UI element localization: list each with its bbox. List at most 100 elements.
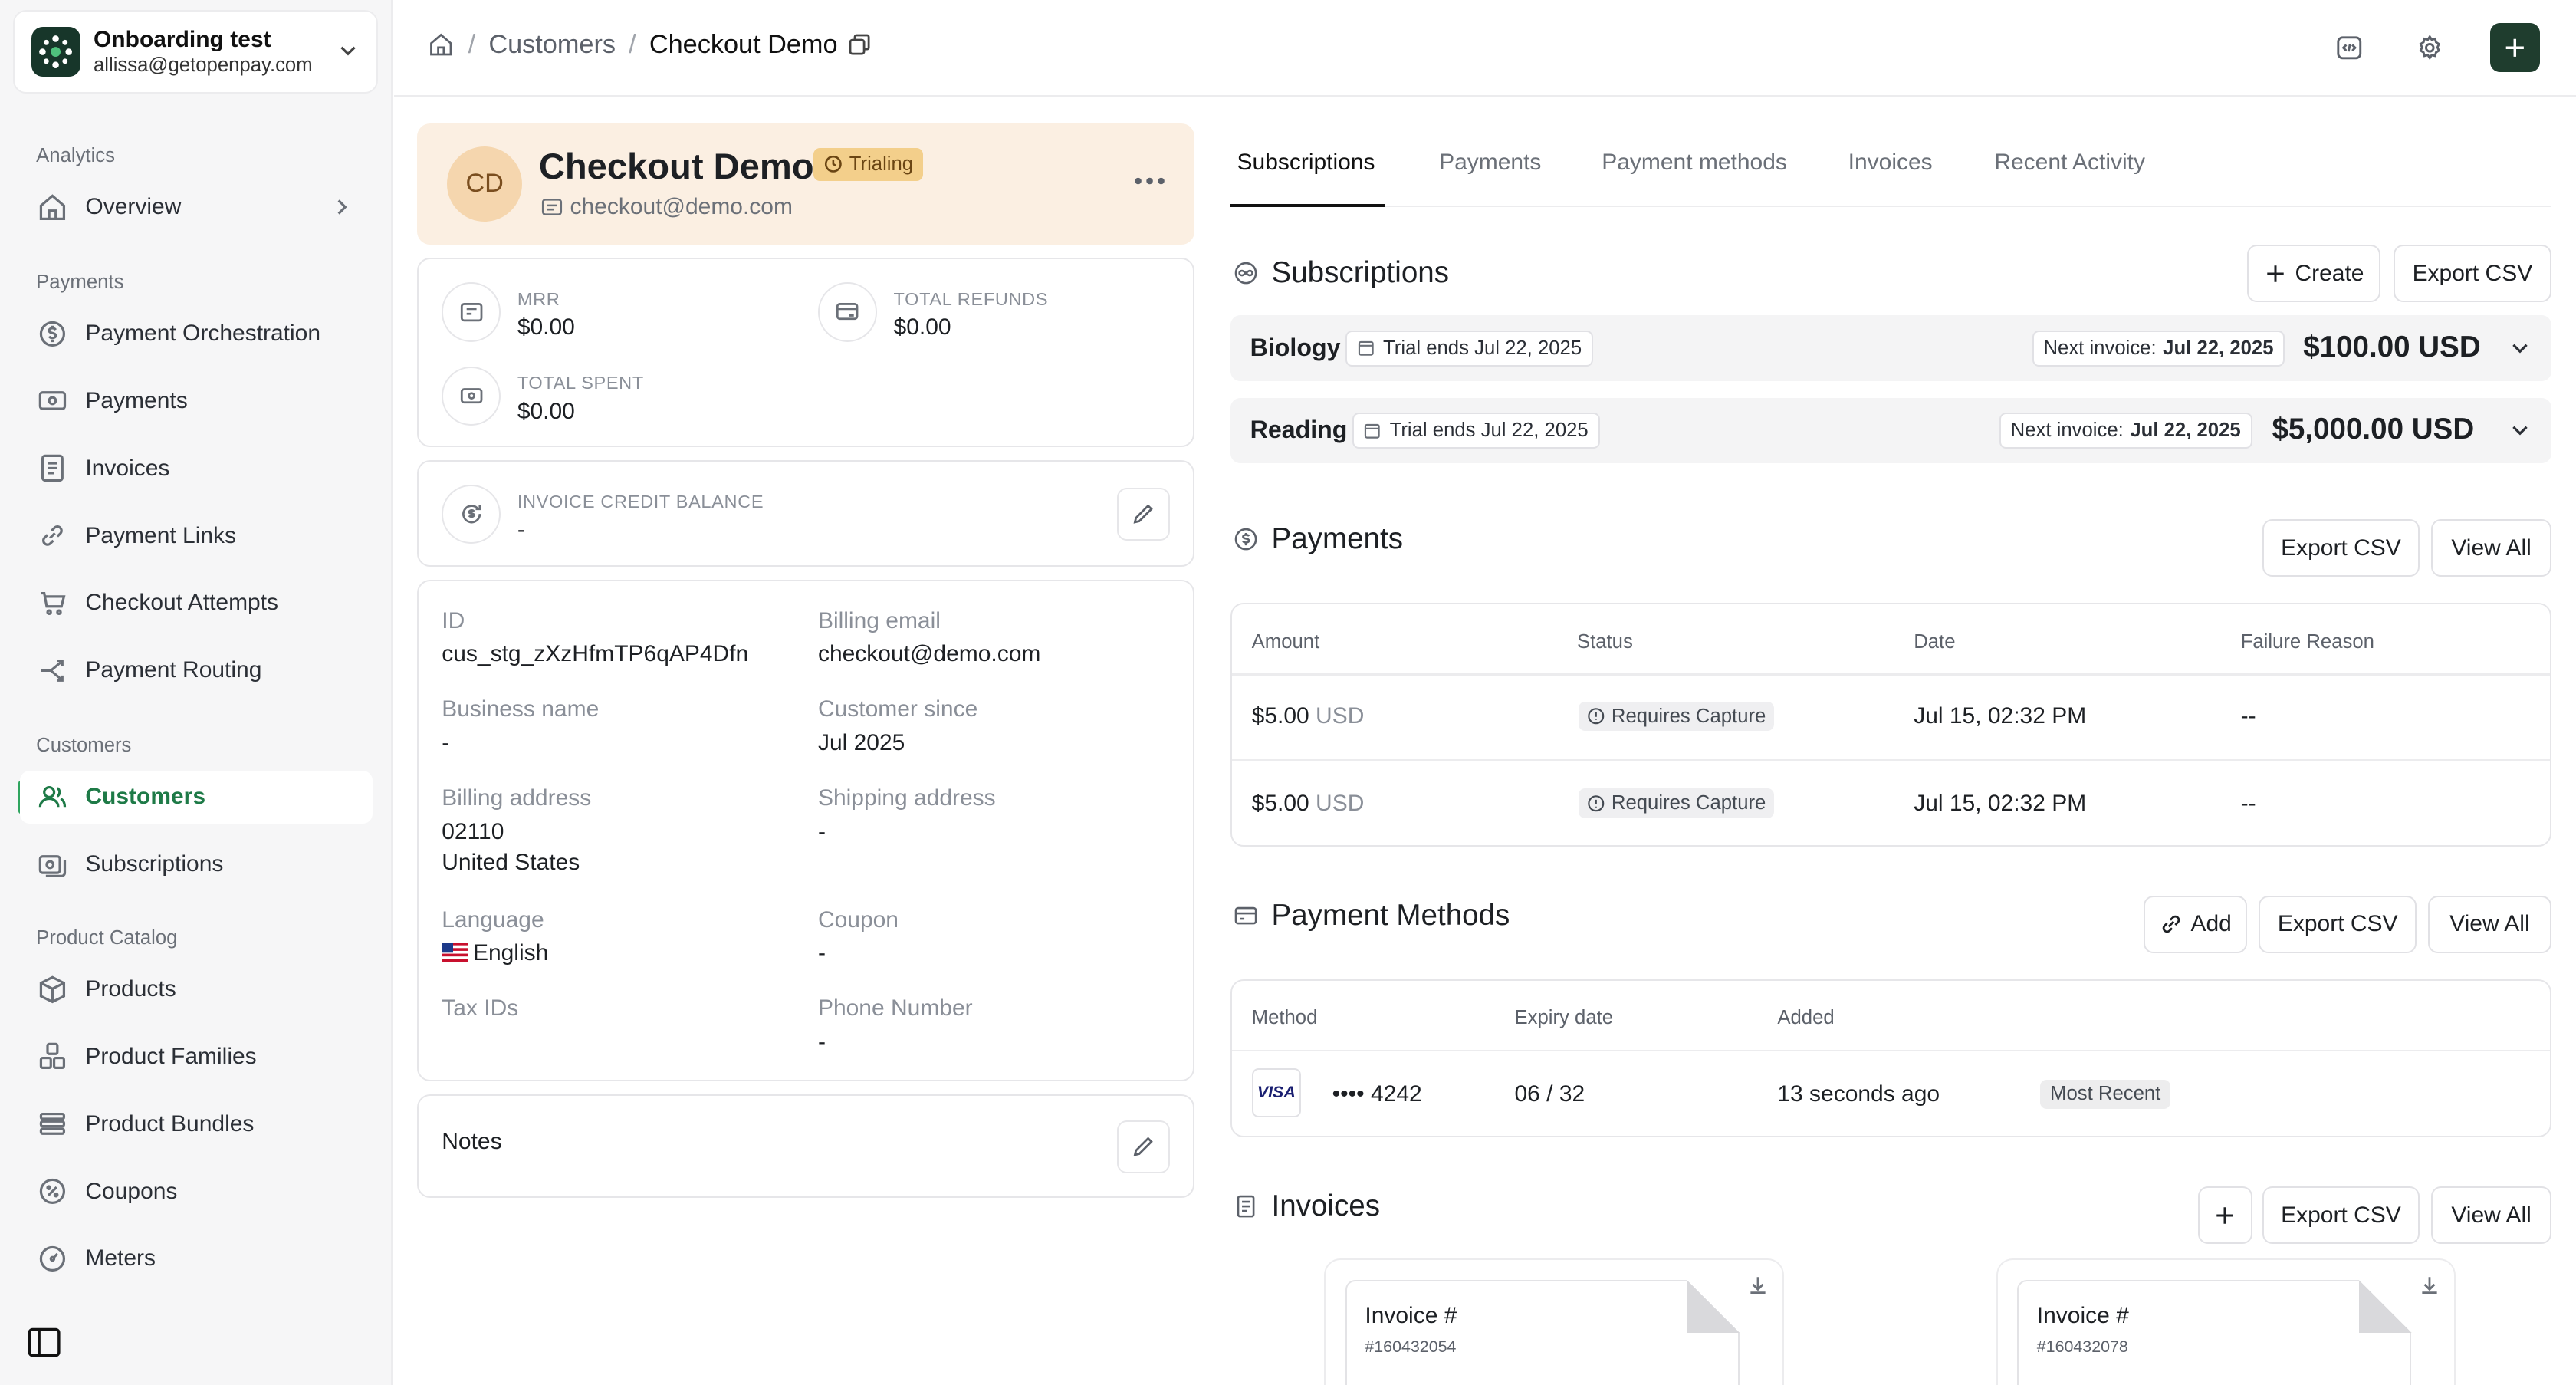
sidebar-item-label: Product Families: [85, 1043, 257, 1069]
sidebar-item-label: Customers: [85, 784, 206, 810]
users-icon: [36, 781, 69, 814]
section-title-text: Payments: [1271, 522, 1403, 556]
tab-recent-activity[interactable]: Recent Activity: [1994, 150, 2145, 176]
calendar-icon: [1363, 422, 1382, 440]
credit-balance-card: INVOICE CREDIT BALANCE -: [417, 459, 1194, 567]
pencil-icon: [1130, 1133, 1156, 1160]
field-value: 02110: [442, 818, 504, 844]
chevron-down-icon[interactable]: [2509, 419, 2532, 442]
sidebar-item-payment-routing[interactable]: Payment Routing: [20, 644, 373, 697]
tab-payments[interactable]: Payments: [1439, 150, 1541, 176]
export-invoices-button[interactable]: Export CSV: [2262, 1186, 2420, 1245]
field-billing-address: Billing address 02110 United States: [442, 785, 591, 879]
plus-icon: [2213, 1204, 2236, 1227]
view-all-payments-button[interactable]: View All: [2431, 519, 2551, 577]
sidebar-item-product-families[interactable]: Product Families: [20, 1031, 373, 1084]
home-icon: [36, 191, 69, 224]
sidebar-item-payments[interactable]: Payments: [20, 375, 373, 428]
page-fold: [2359, 1279, 2412, 1333]
add-button[interactable]: [2490, 22, 2540, 73]
stat-value: $0.00: [517, 398, 575, 424]
banknote-icon: [442, 366, 501, 426]
sidebar-item-invoices[interactable]: Invoices: [20, 442, 373, 495]
field-value: -: [817, 1028, 826, 1054]
sidebar-item-meters[interactable]: Meters: [20, 1232, 373, 1285]
edit-credit-button[interactable]: [1116, 488, 1170, 541]
customer-tabs: Subscriptions Payments Payment methods I…: [1230, 128, 2551, 208]
column-header: Expiry date: [1514, 1007, 1614, 1029]
settings-button[interactable]: [2405, 23, 2454, 72]
subscription-row[interactable]: Reading Trial ends Jul 22, 2025 Next inv…: [1230, 397, 2551, 464]
download-icon[interactable]: [1746, 1274, 1769, 1297]
sidebar-item-label: Invoices: [85, 455, 170, 481]
export-subscriptions-button[interactable]: Export CSV: [2394, 245, 2551, 303]
home-icon[interactable]: [427, 31, 455, 58]
sidebar-item-customers[interactable]: Customers: [19, 770, 373, 824]
sidebar-item-payment-links[interactable]: Payment Links: [20, 509, 373, 562]
view-all-invoices-button[interactable]: View All: [2431, 1186, 2551, 1245]
edit-notes-button[interactable]: [1116, 1120, 1170, 1173]
sidebar-toggle-icon[interactable]: [26, 1324, 62, 1360]
export-payment-methods-button[interactable]: Export CSV: [2259, 895, 2417, 953]
sidebar-item-overview[interactable]: Overview: [20, 181, 373, 234]
copy-icon[interactable]: [847, 32, 872, 57]
create-subscription-button[interactable]: Create: [2247, 245, 2380, 303]
payment-methods-section-title: Payment Methods: [1234, 899, 1510, 933]
gear-icon: [2415, 33, 2445, 63]
org-logo: [31, 27, 80, 77]
tab-subscriptions[interactable]: Subscriptions: [1237, 150, 1375, 176]
sidebar-item-checkout-attempts[interactable]: Checkout Attempts: [20, 577, 373, 630]
calendar-icon: [1357, 339, 1375, 357]
tab-payment-methods[interactable]: Payment methods: [1602, 150, 1787, 176]
chevron-right-icon: [330, 196, 353, 219]
next-invoice-chip: Next invoice: Jul 22, 2025: [2032, 330, 2285, 367]
payments-section-title: Payments: [1234, 522, 1403, 556]
add-payment-method-button[interactable]: Add: [2144, 895, 2248, 953]
customer-email: checkout@demo.com: [540, 194, 793, 220]
breadcrumb-separator: /: [629, 29, 636, 59]
more-options-icon[interactable]: [1132, 169, 1168, 192]
org-name: Onboarding test: [93, 27, 271, 53]
stat-label: INVOICE CREDIT BALANCE: [517, 491, 764, 512]
sidebar-item-label: Payment Links: [85, 522, 237, 548]
customer-details-card: ID cus_stg_zXzHfmTP6qAP4Dfn Billing emai…: [417, 580, 1194, 1081]
add-invoice-button[interactable]: [2198, 1186, 2252, 1245]
next-invoice-date: Jul 22, 2025: [2130, 419, 2241, 441]
field-language: Language English: [442, 907, 548, 969]
export-payments-button[interactable]: Export CSV: [2262, 519, 2420, 577]
invoice-card[interactable]: Invoice # #160432078: [1996, 1258, 2456, 1385]
subscription-row[interactable]: Biology Trial ends Jul 22, 2025 Next inv…: [1230, 315, 2551, 382]
sidebar-item-subscriptions[interactable]: Subscriptions: [20, 838, 373, 891]
chevron-down-icon[interactable]: [2509, 337, 2532, 360]
card-expiry: 06 / 32: [1514, 1081, 1585, 1107]
customer-name: Checkout Demo: [538, 145, 814, 186]
invoice-number: #160432078: [2036, 1337, 2128, 1356]
customer-profile-header: CD Checkout Demo Trialing checkout@demo.…: [417, 123, 1194, 245]
field-shipping-address: Shipping address -: [818, 785, 996, 847]
sidebar-item-payment-orchestration[interactable]: Payment Orchestration: [20, 308, 373, 360]
invoice-card[interactable]: Invoice # #160432054: [1324, 1258, 1785, 1385]
breadcrumb-customers[interactable]: Customers: [488, 30, 616, 60]
org-switcher[interactable]: Onboarding test allissa@getopenpay.com: [13, 9, 378, 94]
row-divider: [1231, 673, 2550, 676]
tab-invoices[interactable]: Invoices: [1848, 150, 1933, 176]
subscription-amount: $100.00 USD: [2303, 330, 2481, 364]
developer-button[interactable]: [2325, 23, 2374, 72]
field-value: -: [442, 729, 450, 755]
payment-amount: $5.00 USD: [1251, 790, 1365, 816]
sidebar-item-coupons[interactable]: Coupons: [20, 1165, 373, 1218]
field-value: checkout@demo.com: [817, 641, 1041, 667]
button-label: Add: [2190, 911, 2232, 937]
field-value: Jul 2025: [817, 729, 905, 755]
field-label: Business name: [442, 696, 600, 722]
view-all-payment-methods-button[interactable]: View All: [2428, 895, 2551, 953]
breadcrumb-current: Checkout Demo: [649, 29, 838, 59]
pencil-icon: [1130, 501, 1156, 527]
payment-date: Jul 15, 02:32 PM: [1914, 702, 2087, 729]
invoice-preview: Invoice # #160432054: [1345, 1279, 1740, 1385]
download-icon[interactable]: [2418, 1274, 2441, 1297]
sidebar-item-products[interactable]: Products: [20, 963, 373, 1016]
invoice-number: #160432054: [1365, 1337, 1457, 1356]
sidebar-item-product-bundles[interactable]: Product Bundles: [20, 1097, 373, 1150]
stat-total-refunds: TOTAL REFUNDS $0.00: [817, 282, 1048, 342]
